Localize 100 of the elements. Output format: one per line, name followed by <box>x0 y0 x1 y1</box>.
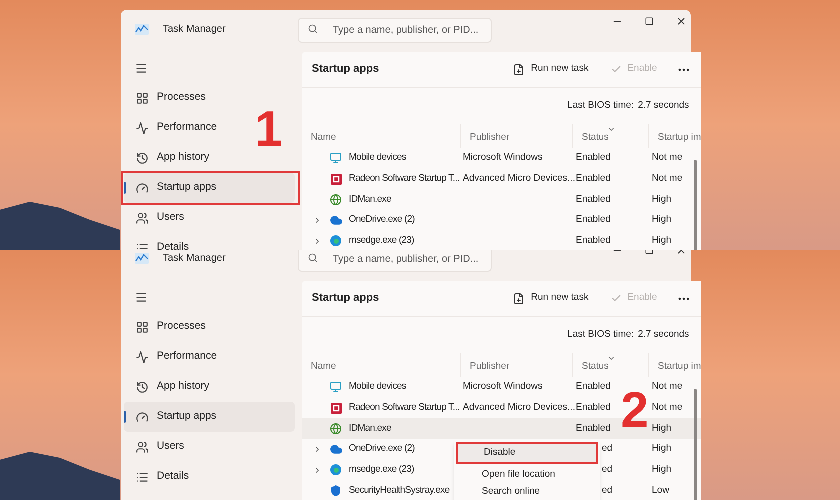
nav-item[interactable]: App history <box>124 143 252 173</box>
step-number: 1 <box>255 104 283 154</box>
page-title: Startup apps <box>312 291 380 306</box>
check-icon <box>610 293 622 304</box>
search-icon <box>308 253 318 263</box>
selection-indicator <box>124 182 126 194</box>
nav-item[interactable]: Performance <box>124 113 252 143</box>
maximize-icon[interactable] <box>645 17 654 26</box>
status-cell: Enabled <box>576 422 611 434</box>
column-header[interactable]: Status <box>572 353 648 377</box>
app-logo-icon <box>135 252 149 264</box>
status-cell: Enabled <box>576 194 611 205</box>
monitor-icon <box>330 152 342 164</box>
impact-cell: High <box>652 464 672 475</box>
app-name: msedge.exe (23) <box>349 462 414 477</box>
publisher-cell: Microsoft Windows <box>463 381 543 392</box>
pulse-icon <box>136 122 149 134</box>
cloud-icon <box>330 442 342 456</box>
column-header[interactable]: Status <box>572 124 648 148</box>
impact-cell: High <box>652 194 672 205</box>
publisher-cell: Advanced Micro Devices... <box>463 172 576 184</box>
window-title: Task Manager <box>163 252 226 266</box>
expand-chevron-icon[interactable] <box>313 466 322 475</box>
column-header[interactable]: Startup im <box>648 353 702 377</box>
browser-icon <box>330 464 342 476</box>
selection-indicator <box>124 411 126 423</box>
nav-item[interactable]: Details <box>124 233 252 250</box>
list-icon <box>136 470 149 484</box>
monitor-icon <box>330 381 342 394</box>
column-header[interactable]: Publisher <box>460 124 572 148</box>
column-header[interactable]: Name <box>302 353 460 377</box>
pulse-icon <box>136 350 149 364</box>
nav-item[interactable]: Startup apps <box>124 402 295 432</box>
app-name: Radeon Software Startup T... <box>349 400 460 415</box>
publisher-cell: Advanced Micro Devices... <box>463 402 576 413</box>
users-icon <box>136 212 149 224</box>
app-name: SecurityHealthSystray.exe <box>349 484 450 498</box>
expand-chevron-icon[interactable] <box>313 216 322 225</box>
impact-cell: High <box>652 443 672 454</box>
search-field[interactable]: Type a name, publisher, or PID... <box>298 250 492 272</box>
app-logo-icon <box>135 24 149 34</box>
expand-chevron-icon[interactable] <box>313 444 322 454</box>
menu-icon[interactable] <box>135 290 148 304</box>
cloud-icon <box>330 214 342 227</box>
run-new-task-button[interactable]: Run new task <box>509 291 593 306</box>
history-icon <box>136 152 149 164</box>
menu-icon[interactable] <box>135 62 148 74</box>
search-icon <box>308 24 318 34</box>
app-name: msedge.exe (23) <box>349 234 414 248</box>
impact-cell: Not me <box>652 172 683 184</box>
app-name: Mobile devices <box>349 151 406 166</box>
impact-cell: High <box>652 234 672 246</box>
run-new-task-button[interactable]: Run new task <box>509 62 593 77</box>
nav-item[interactable]: Processes <box>124 83 252 113</box>
bios-value: 2.7 seconds <box>638 98 690 113</box>
bios-label: Last BIOS time: <box>568 98 634 113</box>
app-name: Mobile devices <box>349 380 406 394</box>
status-cell: Enabled <box>576 214 611 226</box>
impact-cell: Not me <box>652 402 683 413</box>
menu-item[interactable]: Search online <box>454 484 600 500</box>
app-icon <box>330 174 342 185</box>
menu-item[interactable]: Disable <box>456 442 598 464</box>
expand-chevron-icon[interactable] <box>313 236 322 246</box>
app-name: OneDrive.exe (2) <box>349 442 415 456</box>
window-title: Task Manager <box>163 22 226 36</box>
gauge-icon <box>136 410 149 424</box>
globe-icon <box>330 422 342 435</box>
status-cell: ed <box>602 484 613 496</box>
page-title: Startup apps <box>312 62 380 78</box>
column-header[interactable]: Publisher <box>460 353 572 377</box>
sort-icon <box>607 354 616 363</box>
globe-icon <box>330 194 342 206</box>
column-header[interactable]: Startup im <box>648 124 702 148</box>
sort-icon <box>607 125 616 134</box>
nav-item[interactable]: Users <box>124 432 252 462</box>
nav-item[interactable]: Processes <box>124 312 252 342</box>
publisher-cell: Microsoft Windows <box>463 152 543 164</box>
impact-cell: Not me <box>652 381 683 392</box>
nav-item[interactable]: Performance <box>124 342 252 372</box>
status-cell: ed <box>602 443 613 454</box>
status-cell: Enabled <box>576 152 611 164</box>
nav-item[interactable]: App history <box>124 372 252 402</box>
grid-icon <box>136 92 149 104</box>
app-name: Radeon Software Startup T... <box>349 172 460 186</box>
nav-item[interactable]: Details <box>124 462 252 492</box>
app-icon <box>330 402 342 414</box>
status-cell: Enabled <box>576 381 611 392</box>
check-icon <box>610 64 622 75</box>
bios-label: Last BIOS time: <box>568 328 634 342</box>
impact-cell: Not me <box>652 152 683 164</box>
menu-item[interactable]: Open file location <box>454 467 600 484</box>
status-cell: Enabled <box>576 172 611 184</box>
impact-cell: Low <box>652 484 670 496</box>
nav-item[interactable]: Users <box>124 203 252 233</box>
column-header[interactable]: Name <box>302 124 460 148</box>
status-cell: Enabled <box>576 234 611 246</box>
search-field[interactable]: Type a name, publisher, or PID... <box>298 18 492 43</box>
app-name: IDMan.exe <box>349 422 392 436</box>
shield-icon <box>330 484 342 497</box>
browser-icon <box>330 235 342 248</box>
